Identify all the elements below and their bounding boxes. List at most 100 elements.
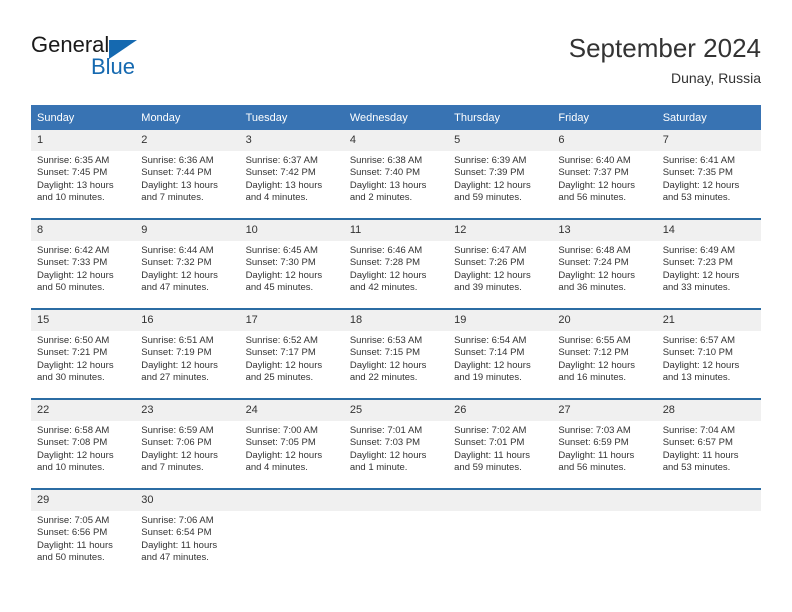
calendar-cell-inner: [656, 490, 761, 578]
daylight-text-line2: and 45 minutes.: [245, 281, 314, 293]
day-number: 28: [656, 400, 761, 421]
day-number: 25: [343, 400, 449, 421]
sunrise-text: Sunrise: 6:54 AM: [454, 335, 527, 346]
daylight-text-line1: Daylight: 12 hours: [454, 269, 531, 281]
calendar-day-cell[interactable]: 9 Sunrise: 6:44 AM Sunset: 7:32 PM Daylight…: [135, 218, 240, 309]
daylight-text-line2: and 1 minute.: [349, 461, 408, 473]
calendar-day-cell[interactable]: 20 Sunrise: 6:55 AM Sunset: 7:12 PM Dayligh…: [552, 308, 657, 399]
calendar-cell-inner: 12 Sunrise: 6:47 AM Sunset: 7:26 PM Dayligh…: [448, 220, 553, 308]
daylight-text-line2: and 53 minutes.: [662, 191, 731, 203]
sunset-text: Sunset: 7:17 PM: [245, 347, 316, 359]
daylight-text-line1: Daylight: 12 hours: [141, 449, 218, 461]
sunrise-text: Sunrise: 7:05 AM: [37, 515, 110, 526]
sunset-text: Sunset: 7:10 PM: [662, 347, 733, 359]
calendar-cell-inner: 19 Sunrise: 6:54 AM Sunset: 7:14 PM Dayligh…: [448, 310, 553, 398]
daylight-text-line2: and 10 minutes.: [37, 461, 105, 473]
brand-logo[interactable]: General Blue: [31, 32, 231, 88]
calendar-day-cell[interactable]: 8 Sunrise: 6:42 AM Sunset: 7:33 PM Daylight…: [31, 218, 136, 309]
day-details: Sunrise: 7:02 AM Sunset: 7:01 PM Daylight:…: [448, 421, 552, 474]
sunrise-text: Sunrise: 6:37 AM: [245, 155, 318, 166]
sunrise-text: Sunrise: 6:38 AM: [349, 155, 423, 166]
calendar-cell-inner: 4 Sunrise: 6:38 AM Sunset: 7:40 PM Daylight…: [343, 130, 449, 218]
day-number: 15: [31, 310, 136, 331]
daylight-text-line2: and 53 minutes.: [662, 461, 731, 473]
sunset-text: Sunset: 7:42 PM: [245, 167, 316, 179]
calendar-cell-inner: 2 Sunrise: 6:36 AM Sunset: 7:44 PM Daylight…: [135, 130, 240, 218]
sunset-text: Sunset: 7:03 PM: [349, 437, 421, 449]
calendar-cell-inner: 26 Sunrise: 7:02 AM Sunset: 7:01 PM Dayligh…: [448, 400, 553, 488]
calendar-day-cell[interactable]: 24 Sunrise: 7:00 AM Sunset: 7:05 PM Dayligh…: [239, 398, 344, 489]
calendar-day-cell[interactable]: 5 Sunrise: 6:39 AM Sunset: 7:39 PM Daylight…: [448, 130, 553, 219]
calendar-day-cell[interactable]: 17 Sunrise: 6:52 AM Sunset: 7:17 PM Dayligh…: [239, 308, 344, 399]
calendar-day-cell[interactable]: 21 Sunrise: 6:57 AM Sunset: 7:10 PM Dayligh…: [656, 308, 761, 399]
calendar-cell-inner: 22 Sunrise: 6:58 AM Sunset: 7:08 PM Dayligh…: [31, 400, 136, 488]
calendar-day-cell[interactable]: 22 Sunrise: 6:58 AM Sunset: 7:08 PM Dayligh…: [31, 398, 136, 489]
calendar-day-cell[interactable]: 1 Sunrise: 6:35 AM Sunset: 7:45 PM Daylight…: [31, 130, 136, 219]
day-number: 13: [552, 220, 657, 241]
calendar-day-cell[interactable]: 13 Sunrise: 6:48 AM Sunset: 7:24 PM Dayligh…: [552, 218, 657, 309]
calendar-cell-empty: [656, 488, 761, 578]
daylight-text-line2: and 25 minutes.: [245, 371, 314, 383]
daylight-text-line1: Daylight: 12 hours: [245, 359, 323, 371]
sunrise-text: Sunrise: 6:46 AM: [349, 245, 423, 256]
calendar-day-cell[interactable]: 25 Sunrise: 7:01 AM Sunset: 7:03 PM Dayligh…: [343, 398, 449, 489]
day-number: 23: [135, 400, 240, 421]
sunset-text: Sunset: 7:33 PM: [37, 257, 108, 269]
daylight-text-line1: Daylight: 12 hours: [349, 269, 427, 281]
calendar-day-cell[interactable]: 11 Sunrise: 6:46 AM Sunset: 7:28 PM Dayligh…: [343, 218, 449, 309]
day-details: Sunrise: 6:44 AM Sunset: 7:32 PM Daylight:…: [135, 241, 239, 294]
sunrise-text: Sunrise: 6:39 AM: [454, 155, 527, 166]
weekday-header-monday: Monday: [135, 105, 240, 130]
sunset-text: Sunset: 7:06 PM: [141, 437, 212, 449]
calendar-cell-inner: 11 Sunrise: 6:46 AM Sunset: 7:28 PM Dayligh…: [343, 220, 449, 308]
day-details: Sunrise: 6:54 AM Sunset: 7:14 PM Daylight:…: [448, 331, 552, 384]
calendar-day-cell[interactable]: 4 Sunrise: 6:38 AM Sunset: 7:40 PM Daylight…: [343, 130, 449, 219]
calendar-cell-inner: 3 Sunrise: 6:37 AM Sunset: 7:42 PM Daylight…: [239, 130, 344, 218]
calendar-day-cell[interactable]: 27 Sunrise: 7:03 AM Sunset: 6:59 PM Dayligh…: [552, 398, 657, 489]
calendar-cell-inner: 18 Sunrise: 6:53 AM Sunset: 7:15 PM Dayligh…: [343, 310, 449, 398]
sunrise-text: Sunrise: 6:51 AM: [141, 335, 214, 346]
daylight-text-line2: and 59 minutes.: [454, 461, 522, 473]
calendar-day-cell[interactable]: 15 Sunrise: 6:50 AM Sunset: 7:21 PM Dayligh…: [31, 308, 136, 399]
calendar-day-cell[interactable]: 7 Sunrise: 6:41 AM Sunset: 7:35 PM Daylight…: [656, 130, 761, 219]
calendar-day-cell[interactable]: 19 Sunrise: 6:54 AM Sunset: 7:14 PM Dayligh…: [448, 308, 553, 399]
day-details: Sunrise: 6:50 AM Sunset: 7:21 PM Daylight:…: [31, 331, 135, 384]
daylight-text-line2: and 47 minutes.: [141, 551, 209, 563]
sunset-text: Sunset: 7:19 PM: [141, 347, 212, 359]
calendar-day-cell[interactable]: 28 Sunrise: 7:04 AM Sunset: 6:57 PM Dayligh…: [656, 398, 761, 489]
daylight-text-line1: Daylight: 11 hours: [37, 539, 113, 551]
day-number: 3: [239, 130, 344, 151]
calendar-day-cell[interactable]: 16 Sunrise: 6:51 AM Sunset: 7:19 PM Dayligh…: [135, 308, 240, 399]
calendar-day-cell[interactable]: 3 Sunrise: 6:37 AM Sunset: 7:42 PM Daylight…: [239, 130, 344, 219]
sunset-text: Sunset: 7:05 PM: [245, 437, 316, 449]
daylight-text-line1: Daylight: 12 hours: [245, 269, 323, 281]
calendar-day-cell[interactable]: 14 Sunrise: 6:49 AM Sunset: 7:23 PM Dayligh…: [656, 218, 761, 309]
calendar-day-cell[interactable]: 2 Sunrise: 6:36 AM Sunset: 7:44 PM Daylight…: [135, 130, 240, 219]
sunrise-text: Sunrise: 6:58 AM: [37, 425, 110, 436]
sunrise-text: Sunrise: 6:48 AM: [558, 245, 631, 256]
daylight-text-line2: and 19 minutes.: [454, 371, 522, 383]
calendar-cell-inner: [448, 490, 553, 578]
calendar-day-cell[interactable]: 26 Sunrise: 7:02 AM Sunset: 7:01 PM Dayligh…: [448, 398, 553, 489]
sunrise-text: Sunrise: 6:40 AM: [558, 155, 631, 166]
calendar-week-row: 15 Sunrise: 6:50 AM Sunset: 7:21 PM Dayligh…: [31, 308, 761, 399]
daylight-text-line2: and 39 minutes.: [454, 281, 522, 293]
day-details: Sunrise: 6:38 AM Sunset: 7:40 PM Daylight:…: [344, 151, 448, 204]
calendar-day-cell[interactable]: 10 Sunrise: 6:45 AM Sunset: 7:30 PM Dayligh…: [239, 218, 344, 309]
calendar-day-cell[interactable]: 29 Sunrise: 7:05 AM Sunset: 6:56 PM Dayligh…: [31, 488, 136, 578]
day-number: 7: [656, 130, 761, 151]
sunrise-text: Sunrise: 6:36 AM: [141, 155, 214, 166]
calendar-day-cell[interactable]: 6 Sunrise: 6:40 AM Sunset: 7:37 PM Daylight…: [552, 130, 657, 219]
day-details: Sunrise: 6:46 AM Sunset: 7:28 PM Daylight:…: [344, 241, 448, 294]
daylight-text-line1: Daylight: 11 hours: [662, 449, 739, 461]
daylight-text-line1: Daylight: 12 hours: [558, 359, 635, 371]
sunset-text: Sunset: 7:23 PM: [662, 257, 733, 269]
daylight-text-line1: Daylight: 12 hours: [37, 449, 114, 461]
calendar-day-cell[interactable]: 18 Sunrise: 6:53 AM Sunset: 7:15 PM Dayligh…: [343, 308, 449, 399]
sunset-text: Sunset: 7:08 PM: [37, 437, 108, 449]
calendar-day-cell[interactable]: 23 Sunrise: 6:59 AM Sunset: 7:06 PM Dayligh…: [135, 398, 240, 489]
calendar-cell-empty: [552, 488, 657, 578]
calendar-cell-empty: [343, 488, 449, 578]
calendar-day-cell[interactable]: 30 Sunrise: 7:06 AM Sunset: 6:54 PM Dayligh…: [135, 488, 240, 578]
calendar-day-cell[interactable]: 12 Sunrise: 6:47 AM Sunset: 7:26 PM Dayligh…: [448, 218, 553, 309]
